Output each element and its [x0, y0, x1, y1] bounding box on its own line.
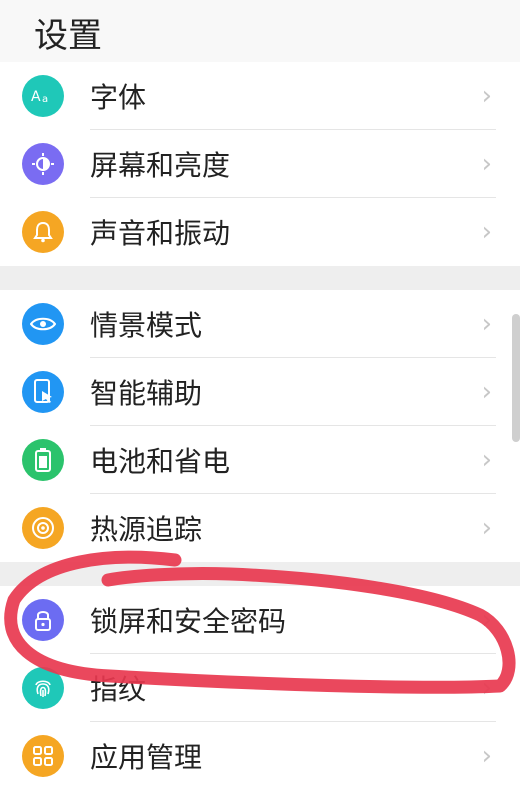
- settings-item-lockscreen-password[interactable]: 锁屏和安全密码 ›: [0, 586, 520, 654]
- battery-icon: [22, 439, 64, 481]
- settings-item-battery[interactable]: 电池和省电 ›: [0, 426, 520, 494]
- settings-item-fingerprint[interactable]: 指纹 ›: [0, 654, 520, 722]
- settings-item-label: 屏幕和亮度: [90, 149, 231, 182]
- heat-target-icon: [22, 507, 64, 549]
- chevron-right-icon: ›: [481, 513, 492, 543]
- settings-header: 设置: [0, 0, 520, 62]
- chevron-right-icon: ›: [481, 81, 492, 111]
- settings-group-system: 情景模式 › 智能辅助 › 电池和省电 › 热源追踪 ›: [0, 290, 520, 562]
- section-gap: [0, 562, 520, 586]
- svg-text:a: a: [42, 94, 48, 105]
- brightness-icon: [22, 143, 64, 185]
- settings-item-label: 智能辅助: [90, 377, 203, 410]
- settings-item-app-management[interactable]: 应用管理 ›: [0, 722, 520, 790]
- lock-icon: [22, 599, 64, 641]
- settings-group-display: Aa 字体 › 屏幕和亮度 › 声音和振动 ›: [0, 62, 520, 266]
- page-title: 设置: [34, 16, 102, 56]
- settings-item-heat-tracking[interactable]: 热源追踪 ›: [0, 494, 520, 562]
- settings-group-security: 锁屏和安全密码 › 指纹 › 应用管理 ›: [0, 586, 520, 790]
- chevron-right-icon: ›: [481, 741, 492, 771]
- chevron-right-icon: ›: [481, 445, 492, 475]
- font-aa-icon: Aa: [22, 75, 64, 117]
- settings-item-screen-brightness[interactable]: 屏幕和亮度 ›: [0, 130, 520, 198]
- settings-item-scene-mode[interactable]: 情景模式 ›: [0, 290, 520, 358]
- settings-item-sound-vibration[interactable]: 声音和振动 ›: [0, 198, 520, 266]
- chevron-right-icon: ›: [481, 605, 492, 635]
- settings-item-smart-assist[interactable]: 智能辅助 ›: [0, 358, 520, 426]
- settings-item-label: 电池和省电: [90, 445, 231, 478]
- chevron-right-icon: ›: [481, 217, 492, 247]
- settings-item-label: 应用管理: [90, 741, 203, 774]
- settings-item-label: 指纹: [90, 673, 147, 706]
- section-gap: [0, 266, 520, 290]
- chevron-right-icon: ›: [481, 309, 492, 339]
- apps-grid-icon: [22, 735, 64, 777]
- settings-item-label: 声音和振动: [90, 217, 231, 250]
- chevron-right-icon: ›: [481, 149, 492, 179]
- settings-item-font[interactable]: Aa 字体 ›: [0, 62, 520, 130]
- fingerprint-icon: [22, 667, 64, 709]
- svg-text:A: A: [31, 89, 41, 105]
- settings-item-label: 锁屏和安全密码: [90, 605, 287, 638]
- chevron-right-icon: ›: [481, 673, 492, 703]
- settings-item-label: 字体: [90, 81, 147, 114]
- eye-icon: [22, 303, 64, 345]
- chevron-right-icon: ›: [481, 377, 492, 407]
- settings-item-label: 热源追踪: [90, 513, 203, 546]
- scrollbar-thumb[interactable]: [512, 314, 520, 442]
- bell-icon: [22, 211, 64, 253]
- phone-hand-icon: [22, 371, 64, 413]
- settings-item-label: 情景模式: [90, 309, 203, 342]
